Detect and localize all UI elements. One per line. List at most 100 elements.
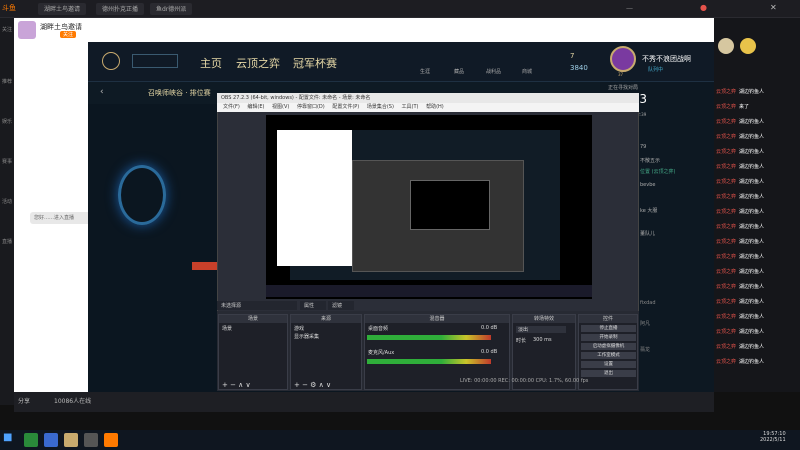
chat-user[interactable]: 云顶之弈 — [716, 209, 736, 215]
tab-1[interactable]: 德州扑克正播 — [96, 3, 145, 15]
nav-item-live[interactable]: 直播 — [2, 238, 12, 245]
tab-0[interactable]: 湖畔土鸟邀请 — [38, 3, 87, 15]
friend-4[interactable]: fixdad — [640, 300, 656, 306]
chat-text: 湖边钓鱼人 — [739, 149, 765, 155]
studio-mode-button[interactable]: 工作室模式 — [581, 352, 636, 359]
chat-user[interactable]: 云顶之弈 — [716, 134, 736, 140]
nav-profile[interactable]: 生涯 — [420, 68, 430, 75]
user-name: 不秀不浪团战啊 — [642, 55, 691, 63]
chat-panel: 云顶之弈 湖边钓鱼人 云顶之弈 来了 云顶之弈 湖边钓鱼人 云顶之弈 湖边钓鱼人 云顶之弈 湖边钓… — [714, 18, 800, 392]
user-avatar[interactable] — [610, 46, 636, 72]
system-clock[interactable]: 19:57:10 2022/5/11 — [760, 431, 786, 443]
obs-icon[interactable] — [84, 433, 98, 447]
stop-streaming-button[interactable]: 停止直播 — [581, 325, 636, 332]
settings-button[interactable]: 设置 — [581, 361, 636, 368]
chat-user[interactable]: 云顶之弈 — [716, 344, 736, 350]
chat-user[interactable]: 云顶之弈 — [716, 224, 736, 230]
friend-2[interactable]: ke 大服 — [640, 207, 657, 214]
nav-item-events[interactable]: 赛事 — [2, 158, 12, 165]
browser-icon[interactable] — [44, 433, 58, 447]
nav-item-activities[interactable]: 活动 — [2, 198, 12, 205]
chat-user[interactable]: 云顶之弈 — [716, 164, 736, 170]
chat-user[interactable]: 云顶之弈 — [716, 239, 736, 245]
menu-view[interactable]: 视图(V) — [272, 104, 289, 110]
nav-item-entertainment[interactable]: 娱乐 — [2, 118, 12, 125]
douyu-icon[interactable] — [104, 433, 118, 447]
chat-user[interactable]: 云顶之弈 — [716, 89, 736, 95]
nav-loot[interactable]: 战利品 — [486, 68, 501, 75]
nav-item-follow[interactable]: 关注 — [2, 26, 12, 33]
menu-file[interactable]: 文件(F) — [223, 104, 240, 110]
friend-6[interactable]: 翡龙 — [640, 346, 650, 353]
properties-button[interactable]: 属性 — [300, 301, 326, 310]
lol-icon[interactable] — [64, 433, 78, 447]
wechat-icon[interactable] — [24, 433, 38, 447]
stream-bottom-bar: 分享 10086人在线 — [14, 392, 714, 412]
game-nav-clash[interactable]: 冠军杯赛 — [293, 55, 337, 71]
menu-profile[interactable]: 配置文件(P) — [332, 104, 359, 110]
follow-button[interactable]: 关注 — [60, 31, 77, 38]
transition-select[interactable]: 淡出 — [516, 326, 566, 333]
chat-user[interactable]: 云顶之弈 — [716, 299, 736, 305]
start-recording-button[interactable]: 开始录制 — [581, 334, 636, 341]
left-nav: 关注 推荐 娱乐 赛事 活动 直播 — [0, 18, 14, 405]
anchor-avatar-0[interactable] — [718, 38, 734, 54]
chat-user[interactable]: 云顶之弈 — [716, 314, 736, 320]
scene-add-icon[interactable]: + − ∧ ∨ — [222, 381, 251, 389]
chat-user[interactable]: 云顶之弈 — [716, 149, 736, 155]
chat-text: 湖边钓鱼人 — [739, 344, 765, 350]
chat-user[interactable]: 云顶之弈 — [716, 194, 736, 200]
exit-button[interactable]: 退出 — [581, 370, 636, 377]
streamer-avatar[interactable] — [18, 21, 36, 39]
chat-user[interactable]: 云顶之弈 — [716, 104, 736, 110]
sources-header: 来源 — [291, 315, 361, 323]
chat-message: 云顶之弈 湖边钓鱼人 — [716, 208, 764, 215]
windows-start-icon[interactable]: ■ — [3, 433, 13, 443]
chat-message: 云顶之弈 湖边钓鱼人 — [716, 88, 764, 95]
friend-1[interactable]: bevbe — [640, 182, 655, 188]
menu-docks[interactable]: 停靠窗口(D) — [297, 104, 325, 110]
mixer-track-0-db: 0.0 dB — [481, 325, 498, 331]
minimize-icon[interactable]: — — [626, 4, 633, 12]
chat-message: 云顶之弈 湖边钓鱼人 — [716, 148, 764, 155]
scenes-panel: 场景 场景 + − ∧ ∨ — [218, 314, 288, 390]
notification-icon[interactable]: ● — [700, 3, 707, 12]
friend-3[interactable]: 董队儿 — [640, 230, 655, 237]
chat-user[interactable]: 云顶之弈 — [716, 269, 736, 275]
virtual-camera-button[interactable]: 启动虚拟摄像机 — [581, 343, 636, 350]
chat-text: 湖边钓鱼人 — [739, 329, 765, 335]
friend-5[interactable]: 阿凡 — [640, 320, 650, 327]
game-nav-home[interactable]: 主页 — [200, 55, 222, 71]
game-nav-tft[interactable]: 云顶之弈 — [236, 55, 280, 71]
nav-store[interactable]: 商城 — [522, 68, 532, 75]
friend-0[interactable]: 不散五示 — [640, 157, 660, 164]
chat-user[interactable]: 云顶之弈 — [716, 359, 736, 365]
duration-input[interactable]: 300 ms — [533, 337, 552, 343]
tab-2[interactable]: 鱼dr德州派 — [150, 3, 193, 15]
play-button[interactable] — [132, 54, 178, 68]
source-item-1[interactable]: 显示器采集 — [294, 333, 319, 340]
back-chevron-icon[interactable]: ‹ — [100, 87, 104, 97]
menu-scene-collection[interactable]: 场景集合(S) — [367, 104, 394, 110]
menu-edit[interactable]: 编辑(E) — [247, 104, 264, 110]
chat-user[interactable]: 云顶之弈 — [716, 119, 736, 125]
close-icon[interactable]: ✕ — [770, 3, 777, 12]
chat-user[interactable]: 云顶之弈 — [716, 284, 736, 290]
filters-button[interactable]: 滤镜 — [328, 301, 354, 310]
game-logo — [102, 52, 120, 70]
chat-user[interactable]: 云顶之弈 — [716, 254, 736, 260]
preview-nested-white — [277, 130, 352, 266]
scene-item[interactable]: 场景 — [222, 325, 232, 332]
menu-tools[interactable]: 工具(T) — [402, 104, 419, 110]
source-item-0[interactable]: 游戏 — [294, 325, 304, 332]
chat-message: 云顶之弈 湖边钓鱼人 — [716, 178, 764, 185]
share-label[interactable]: 分享 — [18, 396, 30, 405]
nav-item-recommend[interactable]: 推荐 — [2, 78, 12, 85]
anchor-avatar-1[interactable] — [740, 38, 756, 54]
nav-collection[interactable]: 藏品 — [454, 68, 464, 75]
chat-user[interactable]: 云顶之弈 — [716, 329, 736, 335]
menu-help[interactable]: 帮助(H) — [426, 104, 444, 110]
mixer-track-1-name: 麦克风/Aux — [368, 350, 395, 356]
chat-user[interactable]: 云顶之弈 — [716, 179, 736, 185]
source-add-icon[interactable]: + − ⚙ ∧ ∨ — [294, 381, 331, 389]
